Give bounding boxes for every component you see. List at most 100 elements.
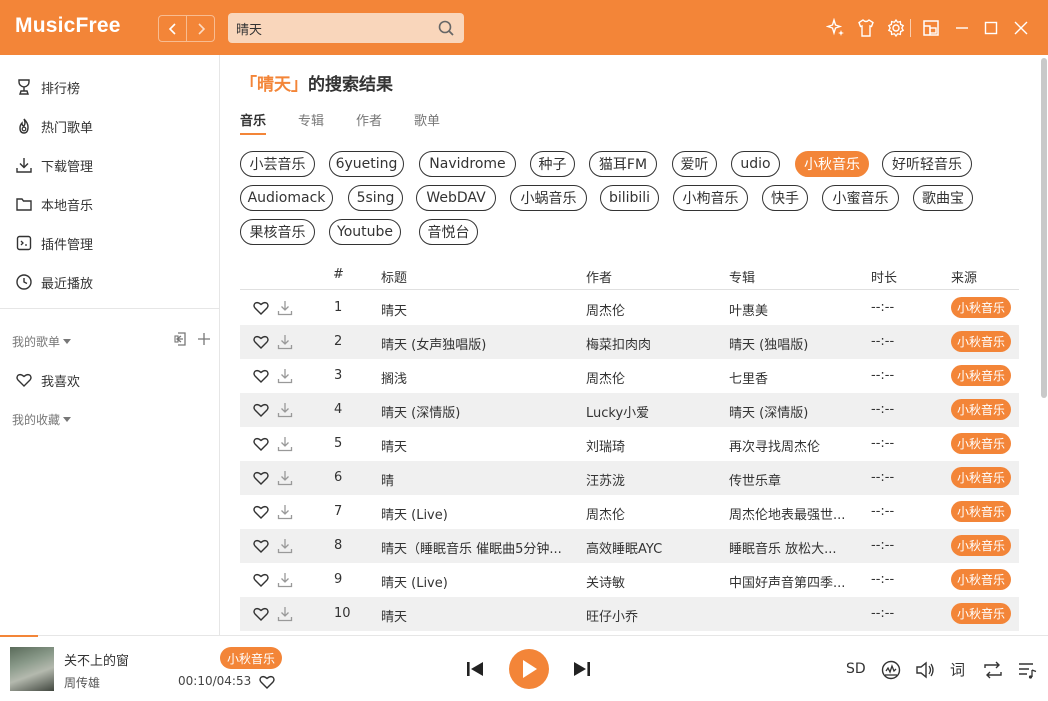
quality-button[interactable]: SD xyxy=(846,661,866,677)
col-title[interactable]: 标题 xyxy=(381,267,407,286)
download-icon[interactable] xyxy=(276,299,294,317)
scrollbar-thumb[interactable] xyxy=(1041,58,1047,398)
plugin-chip[interactable]: 快手 xyxy=(762,185,808,211)
playlist-queue-icon[interactable] xyxy=(1016,659,1038,681)
my-playlists-header[interactable]: 我的歌单 xyxy=(12,333,72,350)
plugin-chip[interactable]: 好听轻音乐 xyxy=(882,151,972,177)
playback-progress[interactable] xyxy=(0,635,38,637)
download-icon[interactable] xyxy=(276,537,294,555)
sidebar-item-plugins[interactable]: 插件管理 xyxy=(0,225,219,261)
table-row[interactable]: 8 晴天（睡眠音乐 催眠曲5分钟... 高效睡眠AYC 睡眠音乐 放松大... … xyxy=(240,529,1019,563)
plugin-chip[interactable]: 小蜗音乐 xyxy=(510,185,587,211)
add-playlist-icon[interactable] xyxy=(196,331,212,347)
row-artist[interactable]: 周杰伦 xyxy=(586,504,721,523)
plugin-chip[interactable]: bilibili xyxy=(600,185,659,211)
row-album[interactable]: 周杰伦地表最强世... xyxy=(729,504,859,523)
plugin-chip[interactable]: Navidrome xyxy=(419,151,516,177)
tab-playlist[interactable]: 歌单 xyxy=(414,110,440,135)
heart-icon[interactable] xyxy=(252,367,270,385)
plugin-chip[interactable]: 果核音乐 xyxy=(240,219,315,245)
heart-icon[interactable] xyxy=(258,673,276,691)
back-button[interactable] xyxy=(159,16,186,41)
plugin-chip[interactable]: 小蜜音乐 xyxy=(822,185,899,211)
table-row[interactable]: 9 晴天 (Live) 关诗敏 中国好声音第四季... --:-- 小秋音乐 xyxy=(240,563,1019,597)
download-icon[interactable] xyxy=(276,469,294,487)
plugin-chip[interactable]: 歌曲宝 xyxy=(913,185,973,211)
table-row[interactable]: 2 晴天 (女声独唱版) 梅菜扣肉肉 晴天 (独唱版) --:-- 小秋音乐 xyxy=(240,325,1019,359)
plugin-chip[interactable]: 小枸音乐 xyxy=(673,185,748,211)
row-artist[interactable]: 旺仔小乔 xyxy=(586,606,721,625)
tab-music[interactable]: 音乐 xyxy=(240,110,267,135)
heart-icon[interactable] xyxy=(252,537,270,555)
table-row[interactable]: 10 晴天 旺仔小乔 --:-- 小秋音乐 xyxy=(240,597,1019,631)
download-icon[interactable] xyxy=(276,435,294,453)
tab-artist[interactable]: 作者 xyxy=(356,110,382,135)
col-duration[interactable]: 时长 xyxy=(871,267,897,286)
sidebar-item-recent[interactable]: 最近播放 xyxy=(0,264,219,300)
table-row[interactable]: 3 搁浅 周杰伦 七里香 --:-- 小秋音乐 xyxy=(240,359,1019,393)
col-album[interactable]: 专辑 xyxy=(729,267,755,286)
forward-button[interactable] xyxy=(186,16,214,41)
plugin-chip[interactable]: WebDAV xyxy=(416,185,496,211)
plugin-chip[interactable]: 种子 xyxy=(530,151,575,177)
col-source[interactable]: 来源 xyxy=(951,267,977,286)
plugin-chip[interactable]: 6yueting xyxy=(329,151,404,177)
row-artist[interactable]: 周杰伦 xyxy=(586,368,721,387)
download-icon[interactable] xyxy=(276,401,294,419)
row-album[interactable]: 再次寻找周杰伦 xyxy=(729,436,859,455)
volume-icon[interactable] xyxy=(914,659,936,681)
lyrics-button[interactable]: 词 xyxy=(950,659,965,680)
table-row[interactable]: 6 晴 汪苏泷 传世乐章 --:-- 小秋音乐 xyxy=(240,461,1019,495)
sidebar-item-leaderboard[interactable]: 排行榜 xyxy=(0,69,219,105)
table-row[interactable]: 7 晴天 (Live) 周杰伦 周杰伦地表最强世... --:-- 小秋音乐 xyxy=(240,495,1019,529)
download-icon[interactable] xyxy=(276,605,294,623)
import-playlist-icon[interactable] xyxy=(172,331,188,347)
row-artist[interactable]: 梅菜扣肉肉 xyxy=(586,334,721,353)
heart-icon[interactable] xyxy=(252,333,270,351)
sidebar-item-downloads[interactable]: 下载管理 xyxy=(0,147,219,183)
search-input[interactable] xyxy=(236,18,431,38)
row-album[interactable]: 七里香 xyxy=(729,368,859,387)
sidebar-item-favorites[interactable]: 我喜欢 xyxy=(0,362,219,398)
tshirt-icon[interactable] xyxy=(855,17,877,39)
play-button[interactable] xyxy=(509,649,549,689)
close-icon[interactable] xyxy=(1010,17,1032,39)
heart-icon[interactable] xyxy=(252,605,270,623)
tab-album[interactable]: 专辑 xyxy=(298,110,324,135)
maximize-icon[interactable] xyxy=(980,17,1002,39)
album-cover[interactable] xyxy=(10,647,54,691)
row-album[interactable]: 传世乐章 xyxy=(729,470,859,489)
plugin-chip[interactable]: udio xyxy=(731,151,780,177)
mini-mode-icon[interactable] xyxy=(920,17,942,39)
repeat-icon[interactable] xyxy=(982,659,1004,681)
heart-icon[interactable] xyxy=(252,571,270,589)
plugin-chip[interactable]: 小芸音乐 xyxy=(240,151,315,177)
now-playing-artist[interactable]: 周传雄 xyxy=(64,674,100,691)
my-collections-header[interactable]: 我的收藏 xyxy=(12,411,72,428)
next-track-icon[interactable] xyxy=(572,660,592,678)
table-row[interactable]: 1 晴天 周杰伦 叶惠美 --:-- 小秋音乐 xyxy=(240,291,1019,325)
sparkle-icon[interactable] xyxy=(825,17,847,39)
row-artist[interactable]: 高效睡眠AYC xyxy=(586,538,721,557)
row-artist[interactable]: Lucky小爱 xyxy=(586,402,721,421)
plugin-chip[interactable]: 音悦台 xyxy=(419,219,478,245)
sidebar-item-local-music[interactable]: 本地音乐 xyxy=(0,186,219,222)
minimize-icon[interactable] xyxy=(951,17,973,39)
download-icon[interactable] xyxy=(276,503,294,521)
previous-track-icon[interactable] xyxy=(465,660,485,678)
row-album[interactable]: 晴天 (独唱版) xyxy=(729,334,859,353)
row-album[interactable]: 叶惠美 xyxy=(729,300,859,319)
plugin-chip[interactable]: 猫耳FM xyxy=(589,151,657,177)
row-artist[interactable]: 周杰伦 xyxy=(586,300,721,319)
row-album[interactable]: 晴天 (深情版) xyxy=(729,402,859,421)
gear-icon[interactable] xyxy=(885,17,907,39)
heart-icon[interactable] xyxy=(252,503,270,521)
row-artist[interactable]: 汪苏泷 xyxy=(586,470,721,489)
heart-icon[interactable] xyxy=(252,469,270,487)
row-album[interactable]: 中国好声音第四季... xyxy=(729,572,859,591)
row-artist[interactable]: 刘瑞琦 xyxy=(586,436,721,455)
sidebar-item-hot-playlists[interactable]: 热门歌单 xyxy=(0,108,219,144)
search-icon[interactable] xyxy=(437,19,455,37)
download-icon[interactable] xyxy=(276,333,294,351)
heart-icon[interactable] xyxy=(252,401,270,419)
